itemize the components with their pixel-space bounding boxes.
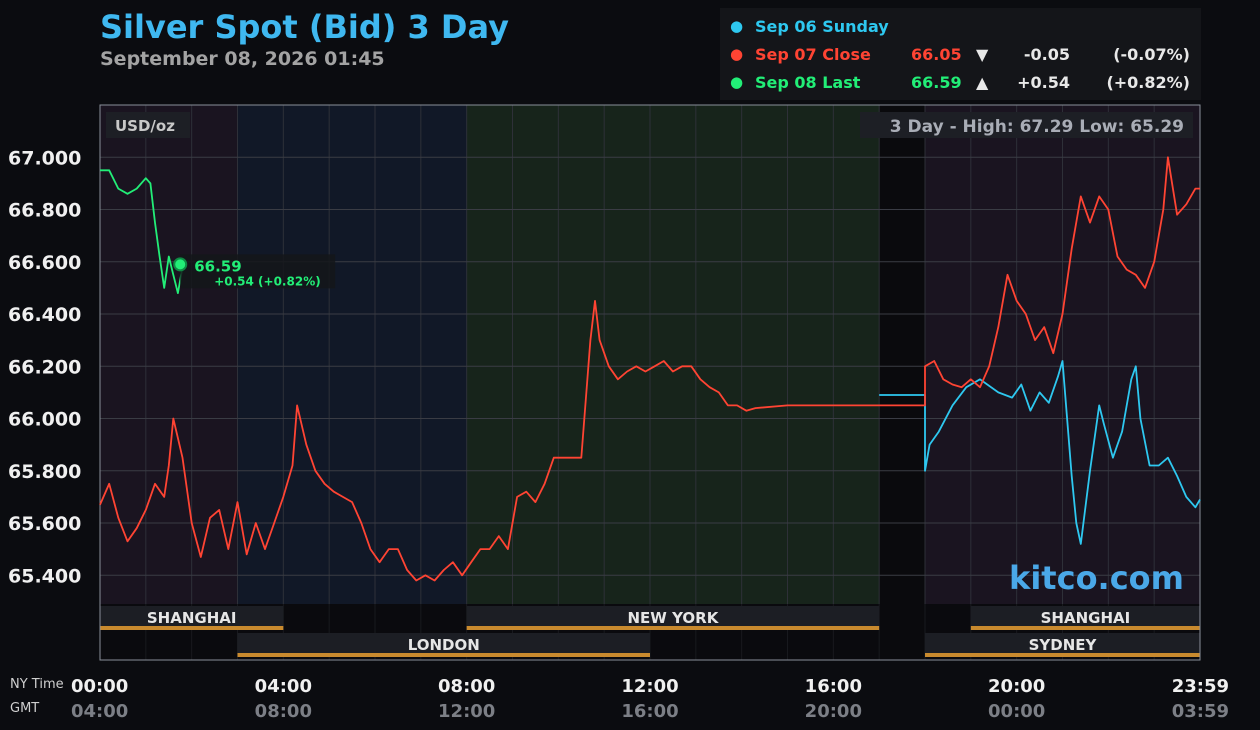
asia-zone	[100, 105, 238, 604]
session-label: SYDNEY	[1029, 636, 1098, 654]
x-tick-ny: 04:00	[255, 676, 312, 697]
y-tick-label: 66.400	[8, 304, 81, 326]
y-tick-label: 67.000	[8, 147, 81, 169]
x-tick-gmt: 04:00	[71, 701, 128, 722]
x-tick-gmt: 20:00	[805, 701, 862, 722]
x-tick-gmt: 03:59	[1172, 701, 1229, 722]
y-tick-label: 65.800	[8, 461, 81, 483]
kitco-watermark: kitco.com	[1009, 559, 1184, 597]
high-low-label: 3 Day - High: 67.29 Low: 65.29	[890, 117, 1184, 137]
unit-label: USD/oz	[115, 117, 175, 135]
x-tick-ny: 20:00	[988, 676, 1045, 697]
session-label: SHANGHAI	[147, 609, 237, 627]
y-tick-label: 66.800	[8, 200, 81, 222]
x-tick-gmt: 00:00	[988, 701, 1045, 722]
x-tick-ny: 16:00	[805, 676, 862, 697]
session-label: SHANGHAI	[1041, 609, 1131, 627]
y-tick-label: 66.000	[8, 409, 81, 431]
y-tick-label: 66.600	[8, 252, 81, 274]
gmt-label: GMT	[10, 701, 39, 716]
x-tick-ny: 00:00	[71, 676, 128, 697]
y-tick-label: 65.600	[8, 513, 81, 535]
last-price-marker	[173, 257, 188, 272]
y-tick-label: 66.200	[8, 356, 81, 378]
x-tick-gmt: 12:00	[438, 701, 495, 722]
session-label: NEW YORK	[628, 609, 720, 627]
x-tick-gmt: 08:00	[255, 701, 312, 722]
ny-time-label: NY Time	[10, 677, 64, 692]
x-tick-ny: 23:59	[1172, 676, 1229, 697]
session-label: LONDON	[408, 636, 480, 654]
x-tick-ny: 08:00	[438, 676, 495, 697]
newyork-zone	[466, 105, 880, 604]
y-tick-label: 65.400	[8, 565, 81, 587]
callout-value: 66.59	[194, 257, 241, 275]
closed-zone	[879, 105, 925, 660]
price-chart: 65.400 65.600 65.800 66.000 66.200 66.400 66.6…	[8, 104, 1229, 722]
x-tick-ny: 12:00	[621, 676, 678, 697]
callout-change: +0.54 (+0.82%)	[214, 274, 320, 288]
x-tick-gmt: 16:00	[621, 701, 678, 722]
